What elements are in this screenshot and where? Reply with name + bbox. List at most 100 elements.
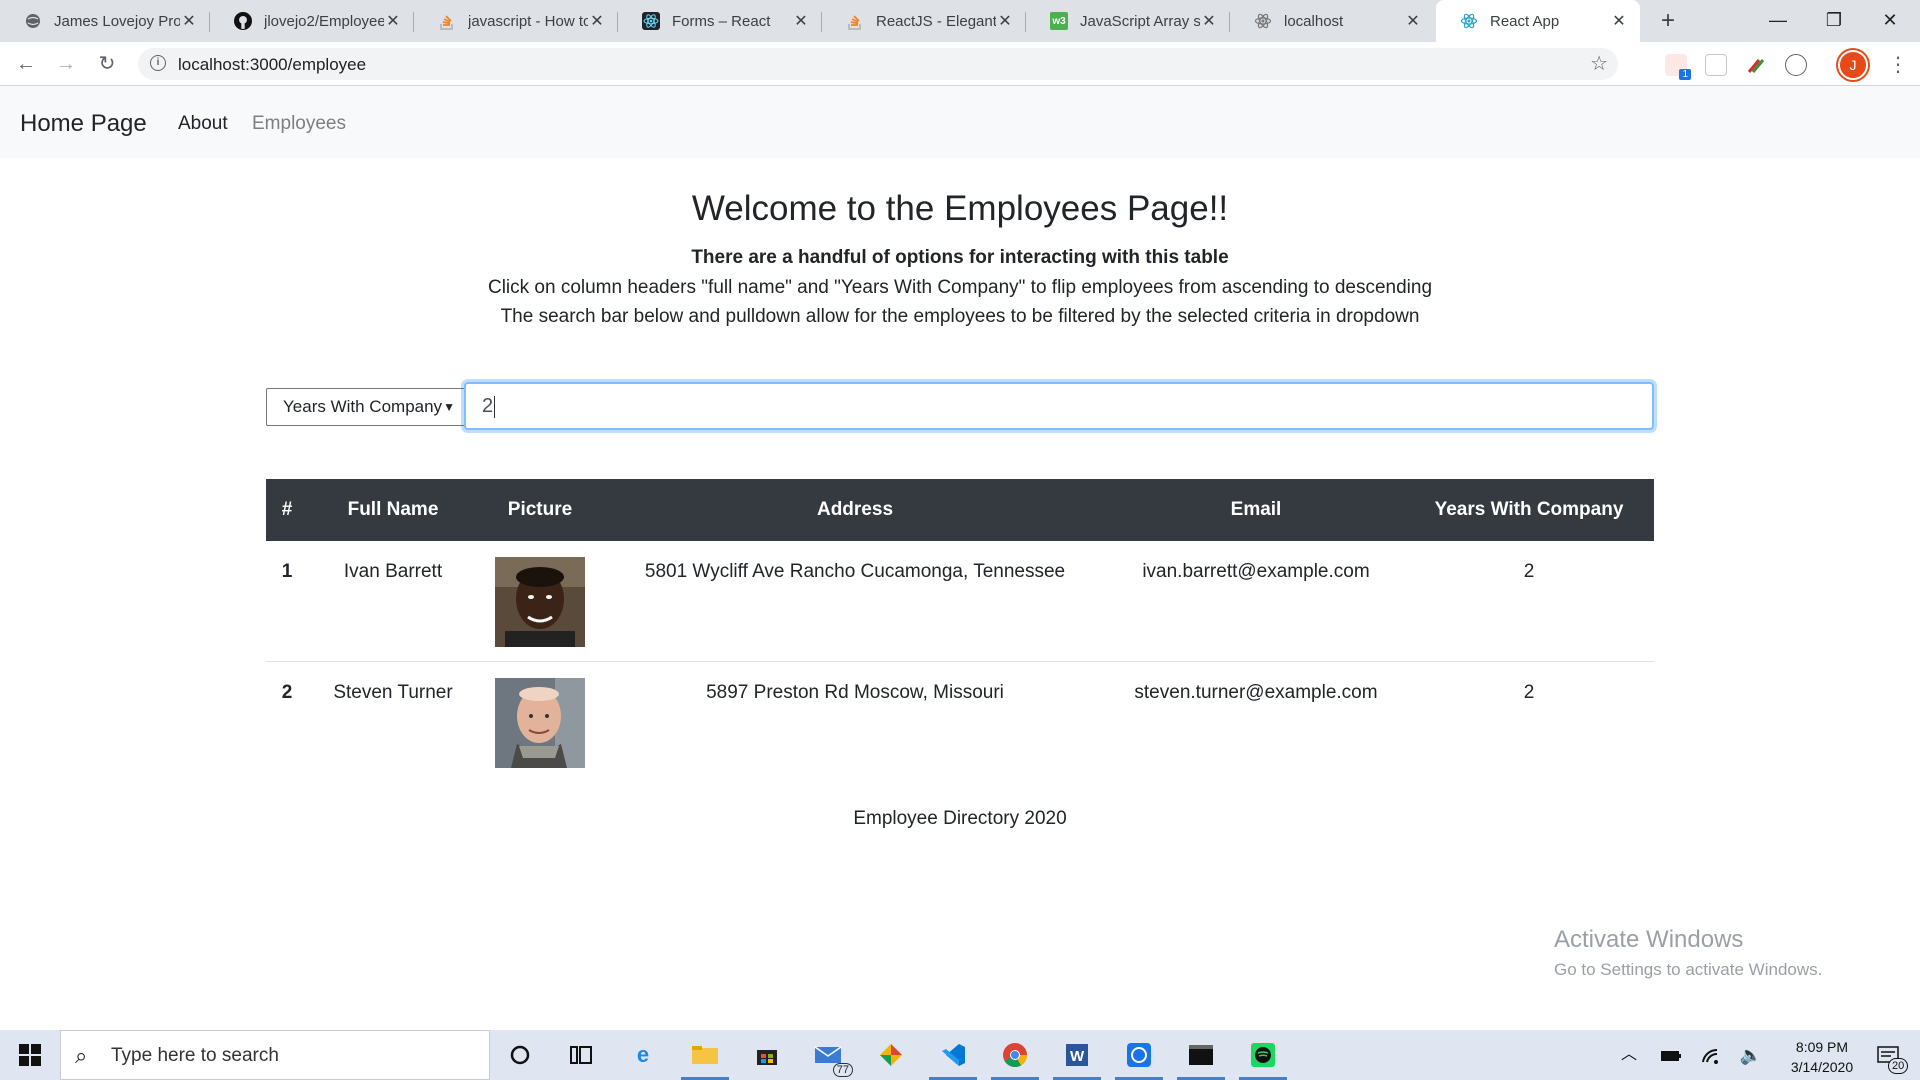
filter-bar: Years With Company ▼ 2 [266,382,1654,430]
windows-logo-icon [19,1044,41,1066]
navbar-brand[interactable]: Home Page [20,110,147,138]
new-tab-button[interactable]: + [1653,6,1683,36]
watermark-title: Activate Windows [1554,926,1744,953]
text-cursor [494,395,496,418]
column-header-picture: Picture [507,499,573,520]
windows-start-button[interactable] [0,1030,60,1080]
browser-tab[interactable]: ReactJS - Elegant w ✕ [822,0,1026,42]
page-title: Welcome to the Employees Page!! [691,189,1229,228]
react-icon [1460,12,1478,30]
tab-title: James Lovejoy Pro [54,12,180,30]
chrome-icon[interactable] [999,1039,1031,1071]
browser-tab-strip: James Lovejoy Pro ✕ jlovejo2/Employee ✕ … [0,0,1920,42]
extension-icon[interactable] [1785,54,1807,76]
filter-criteria-select[interactable]: Years With Company ▼ [266,388,466,426]
address-bar[interactable]: i localhost:3000/employee ☆ [138,48,1618,80]
tab-title: jlovejo2/Employee [264,12,384,30]
close-tab-icon[interactable]: ✕ [996,11,1014,31]
column-header-address: Address [816,499,894,520]
windows-taskbar: ⌕ Type here to search e 77 W ︿ 🔈 8:09 PM… [0,1030,1920,1080]
minimize-button[interactable]: — [1750,0,1806,42]
search-icon: ⌕ [75,1043,88,1068]
globe-icon [24,12,42,30]
search-input[interactable]: 2 [464,382,1654,430]
browser-menu-icon[interactable]: ⋮ [1888,52,1908,77]
extension-badge: 1 [1679,69,1691,80]
profile-avatar[interactable]: J [1838,50,1868,80]
tab-title: JavaScript Array sc [1080,12,1200,30]
browser-tab[interactable]: James Lovejoy Pro ✕ [0,0,210,42]
activate-windows-watermark: Activate Windows Go to Settings to activ… [1554,926,1822,980]
close-tab-icon[interactable]: ✕ [1404,11,1422,31]
react-icon [1254,12,1272,30]
close-tab-icon[interactable]: ✕ [384,11,402,31]
internet-explorer-icon[interactable]: e [627,1039,659,1071]
slack-icon[interactable] [1123,1039,1155,1071]
browser-tab[interactable]: Forms – React ✕ [618,0,822,42]
close-tab-icon[interactable]: ✕ [792,11,810,31]
intro-line: The search bar below and pulldown allow … [500,306,1420,327]
table-header: # Full Name Picture Address Email Years … [266,479,1654,541]
nav-link-about[interactable]: About [178,113,228,135]
tab-title: localhost [1284,12,1344,30]
close-tab-icon[interactable]: ✕ [588,11,606,31]
mail-badge: 77 [832,1063,853,1077]
employee-years: 2 [1523,561,1535,582]
cortana-icon[interactable] [504,1039,536,1071]
stackoverflow-icon [438,12,456,30]
extension-icon[interactable] [1705,54,1727,76]
column-header-years-with-company[interactable]: Years With Company [1404,479,1654,541]
taskbar-search[interactable]: ⌕ Type here to search [60,1030,490,1080]
terminal-icon[interactable] [1185,1039,1217,1071]
mail-icon[interactable]: 77 [813,1039,853,1077]
intro-bold: There are a handful of options for inter… [691,247,1229,268]
browser-tab-active[interactable]: React App ✕ [1436,0,1640,42]
volume-icon[interactable]: 🔈 [1736,1030,1766,1080]
restore-button[interactable]: ❐ [1806,0,1862,42]
close-tab-icon[interactable]: ✕ [180,11,198,31]
task-view-icon[interactable] [565,1039,597,1071]
watermark-subtitle: Go to Settings to activate Windows. [1554,960,1823,979]
close-tab-icon[interactable]: ✕ [1610,11,1628,31]
show-hidden-icons-icon[interactable]: ︿ [1614,1030,1644,1080]
employee-address: 5801 Wycliff Ave Rancho Cucamonga, Tenne… [644,561,1066,582]
color-picker-icon[interactable] [1745,54,1767,76]
browser-toolbar: ← → ↻ i localhost:3000/employee ☆ 1 J ⋮ [0,42,1920,86]
close-tab-icon[interactable]: ✕ [1200,11,1218,31]
employee-email: steven.turner@example.com [1134,682,1378,703]
column-header-full-name[interactable]: Full Name [308,479,478,541]
browser-tab[interactable]: javascript - How to ✕ [414,0,618,42]
employee-photo [495,678,585,768]
app-navbar: Home Page About Employees [0,86,1920,158]
notification-center-icon[interactable]: 20 [1868,1030,1909,1080]
spotify-icon[interactable] [1247,1039,1279,1071]
employee-address: 5897 Preston Rd Moscow, Missouri [706,682,1004,703]
bookmark-star-icon[interactable]: ☆ [1590,51,1608,76]
clock[interactable]: 8:09 PM 3/14/2020 [1772,1030,1872,1080]
react-icon [642,12,660,30]
nav-link-employees[interactable]: Employees [252,113,346,135]
word-icon[interactable]: W [1061,1039,1093,1071]
info-icon[interactable]: i [150,55,166,71]
back-button[interactable]: ← [12,50,40,78]
gem-app-icon[interactable] [875,1039,907,1071]
wifi-icon[interactable] [1696,1030,1726,1080]
battery-icon[interactable] [1656,1030,1686,1080]
extension-icon[interactable]: 1 [1665,54,1691,80]
clock-time: 8:09 PM [1795,1039,1849,1055]
table-row: 1 Ivan Barrett 5801 Wycliff Ave Rancho C… [266,541,1654,662]
browser-tab[interactable]: localhost ✕ [1230,0,1434,42]
file-explorer-icon[interactable] [689,1039,721,1071]
column-header-number: # [281,499,293,520]
svg-text:W: W [1070,1048,1085,1065]
close-window-button[interactable]: ✕ [1862,0,1918,42]
clock-date: 3/14/2020 [1790,1059,1854,1075]
browser-tab[interactable]: w3 JavaScript Array sc ✕ [1026,0,1230,42]
url-text: localhost:3000/employee [178,55,367,74]
store-icon[interactable] [751,1039,783,1071]
vscode-icon[interactable] [937,1039,969,1071]
tab-title: Forms – React [672,12,771,30]
browser-tab[interactable]: jlovejo2/Employee ✕ [210,0,414,42]
reload-button[interactable]: ↻ [93,50,121,78]
forward-button[interactable]: → [52,50,80,78]
